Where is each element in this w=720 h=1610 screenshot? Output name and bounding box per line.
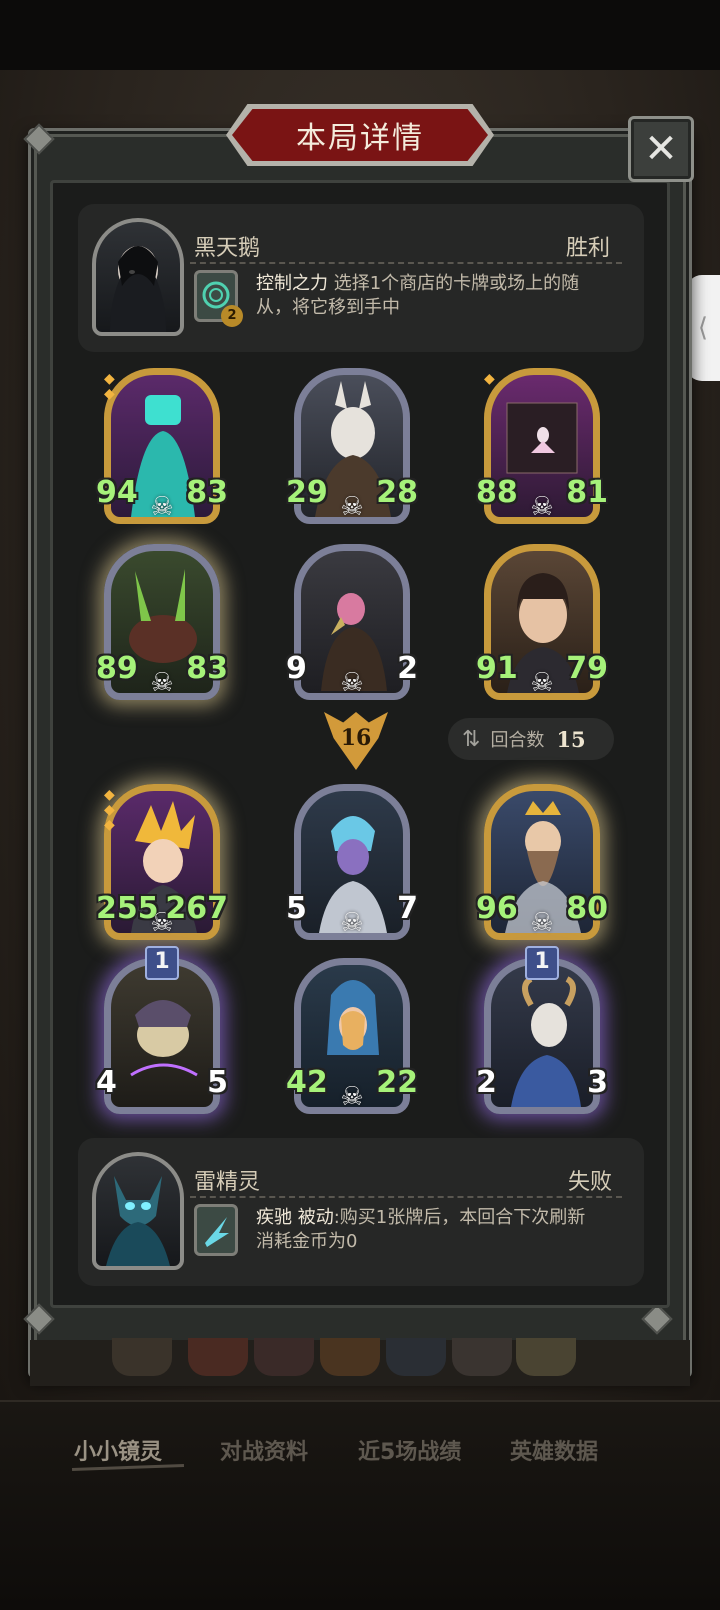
skull-icon: ☠ [340,668,364,698]
bottom-nav [0,1400,720,1610]
minion-card[interactable]: 1 2 3 [466,946,618,1114]
skull-icon: ☠ [150,492,174,522]
tier-marker: ◆ ◆ ◆ [104,787,115,833]
dialog-title-plate: 本局详情 [226,104,494,166]
skull-icon: ☠ [530,668,554,698]
minion-attack: 9 [276,648,317,689]
turn-count-pill: ⇅ 回合数 15 [448,718,614,760]
minion-card[interactable]: ◆ ◆ ◆ 255 ☠ 267 [96,784,228,940]
minion-health: 83 [186,472,228,513]
minion-attack: 91 [476,648,518,689]
minion-card[interactable]: ◆ ◆ 94 ☠ 83 [96,368,228,524]
hero-power-desc-2: 从，将它移到手中 [256,297,400,318]
dialog-title: 本局详情 [296,121,424,156]
chevron-left-icon: ⟨ [697,313,709,343]
background-card-thumb [516,1338,576,1376]
minion-attack: 94 [96,472,138,513]
minion-health: 2 [387,648,428,689]
winner-name: 黑天鹅 [194,236,261,261]
tier-marker: ◆ ◆ [104,371,115,402]
round-marker-number: 16 [340,725,372,751]
minion-attack: 88 [476,472,518,513]
minion-health: 22 [376,1062,418,1103]
background-card-thumb [386,1338,446,1376]
tier-marker: ◆ [484,371,495,387]
minion-card[interactable]: 9 ☠ 2 [276,544,428,700]
hero-portrait-black-swan[interactable] [92,218,184,336]
skull-icon: ☠ [150,668,174,698]
hero-power-tag: 被动 [297,1207,334,1228]
skull-icon: ☠ [340,908,364,938]
minion-rank-tag: 1 [525,946,559,980]
skull-icon: ☠ [340,1082,364,1112]
hero-power-desc-1: :购买1张牌后，本回合下次刷新 [333,1207,586,1228]
panel-divider [190,1196,622,1198]
minion-card[interactable]: 42 ☠ 22 [286,958,418,1114]
minion-attack: 2 [466,1062,507,1103]
minion-rank-tag: 1 [145,946,179,980]
skull-icon: ☠ [340,492,364,522]
background-card-thumb [452,1338,512,1376]
minion-card[interactable]: 1 4 5 [86,946,238,1114]
minion-health: 83 [186,648,228,689]
minion-card[interactable]: ◆ 88 ☠ 81 [476,368,608,524]
panel-divider [190,262,622,264]
loser-result: 失败 [568,1170,613,1195]
close-button[interactable]: ✕ [628,116,694,182]
close-icon: ✕ [644,126,678,172]
minion-card[interactable]: 5 ☠ 7 [276,784,428,940]
minion-attack: 255 [96,888,159,929]
minion-health: 7 [387,888,428,929]
winner-result: 胜利 [566,236,611,261]
hero-portrait-thunder-sprite[interactable] [92,1152,184,1270]
minion-attack: 89 [96,648,138,689]
nav-tab-battle-info[interactable]: 对战资料 [220,1434,308,1466]
loser-name: 雷精灵 [194,1170,261,1195]
hero-power-name: 控制之力 [256,273,328,294]
minion-health: 81 [566,472,608,513]
minion-health: 5 [197,1062,238,1103]
top-bar [0,0,720,78]
minion-health: 79 [566,648,608,689]
hero-power-name: 疾驰 [256,1207,292,1228]
minion-attack: 42 [286,1062,328,1103]
skull-icon: ☠ [530,492,554,522]
minion-card[interactable]: 96 ☠ 80 [476,784,608,940]
background-card-thumb [188,1338,248,1376]
minion-health: 267 [165,888,228,929]
hero-power-desc-1: 选择1个商店的卡牌或场上的随 [333,273,580,294]
round-marker: 16 [324,712,388,770]
minion-health: 28 [376,472,418,513]
minion-card[interactable]: 91 ☠ 79 [476,544,608,700]
minion-attack: 4 [86,1062,127,1103]
nav-tab-recent-5[interactable]: 近5场战绩 [358,1434,461,1466]
nav-tab-mini-mirror[interactable]: 小小镜灵 [74,1434,162,1466]
minion-attack: 5 [276,888,317,929]
skull-icon: ☠ [530,908,554,938]
background-card-thumb [254,1338,314,1376]
hero-power-icon[interactable] [194,1204,238,1256]
turn-count-value: 15 [556,726,586,752]
minion-card[interactable]: 29 ☠ 28 [286,368,418,524]
minion-card[interactable]: 89 ☠ 83 [96,544,228,700]
nav-tab-hero-data[interactable]: 英雄数据 [510,1434,598,1466]
hero-power-description: 疾驰 被动:购买1张牌后，本回合下次刷新 消耗金币为0 [256,1206,616,1254]
background-card-thumb [320,1338,380,1376]
hero-power-icon[interactable]: 2 [194,270,243,327]
swap-arrows-icon: ⇅ [462,726,481,752]
minion-attack: 29 [286,472,328,513]
hero-power-desc-2: 消耗金币为0 [256,1231,358,1252]
minion-health: 80 [566,888,608,929]
minion-health: 3 [577,1062,618,1103]
hero-power-level: 2 [221,305,243,327]
minion-attack: 96 [476,888,518,929]
background-card-thumb [112,1338,172,1376]
turn-count-label: 回合数 [490,730,545,751]
hero-power-description: 控制之力 选择1个商店的卡牌或场上的随 从，将它移到手中 [256,272,616,320]
